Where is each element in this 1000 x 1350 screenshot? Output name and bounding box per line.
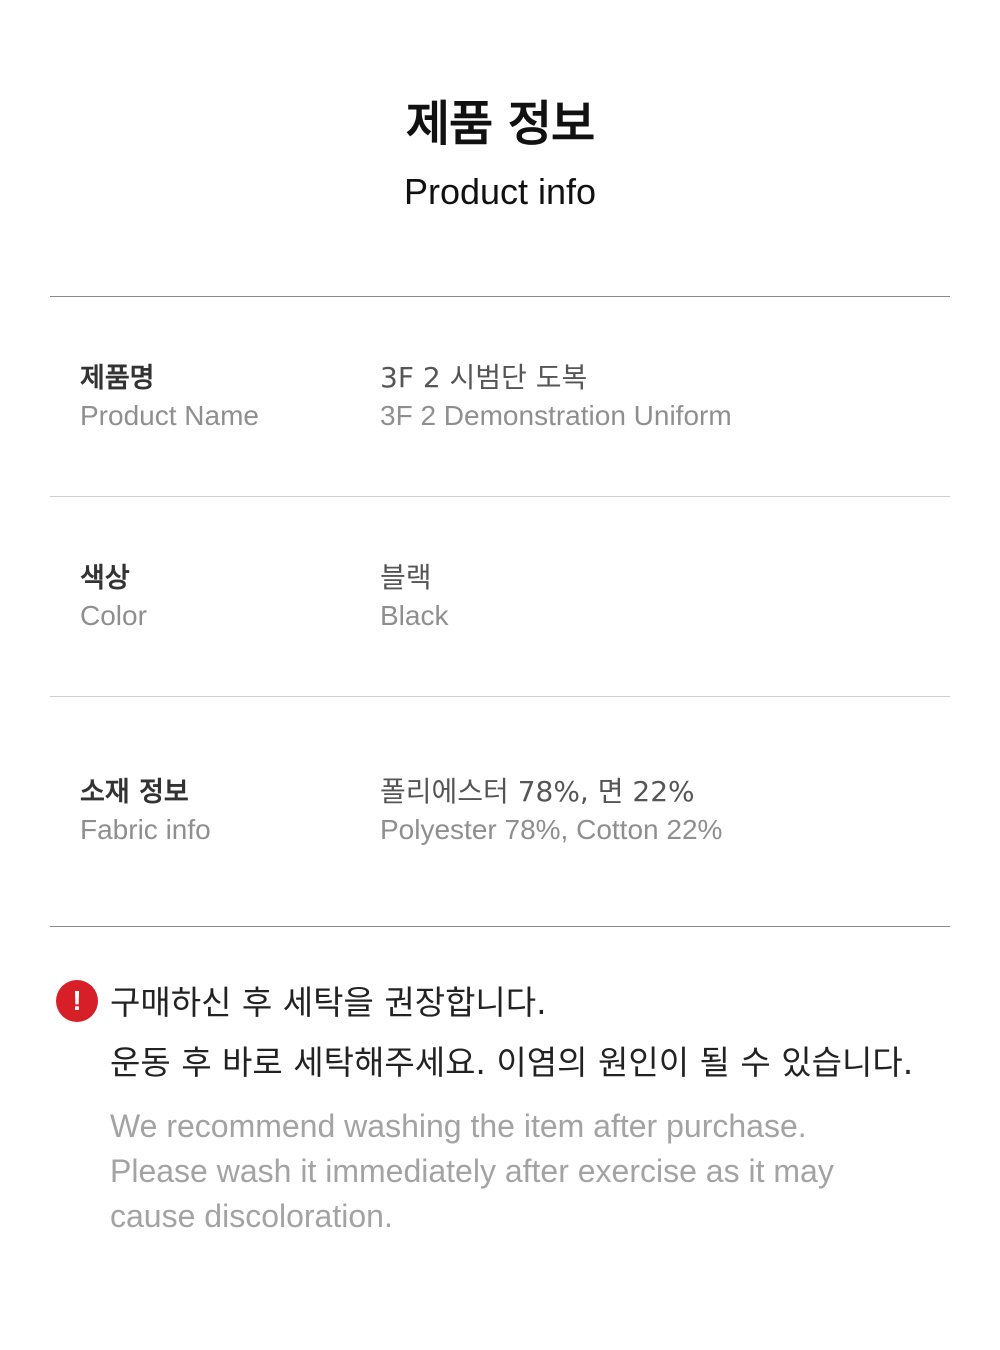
row-value-en: Polyester 78%, Cotton 22%	[380, 814, 723, 845]
row-value-ko: 3F 2 시범단 도복	[380, 361, 588, 394]
top-divider	[50, 296, 950, 297]
notice-text-en-2: Please wash it immediately after exercis…	[110, 1153, 834, 1189]
page-header: 제품 정보 Product info	[0, 92, 1000, 214]
notice-text-ko-2: 운동 후 바로 세탁해주세요. 이염의 원인이 될 수 있습니다.	[110, 1043, 914, 1082]
notice-text-en-3: cause discoloration.	[110, 1198, 393, 1234]
page-title: 제품 정보	[405, 96, 595, 152]
exclamation-icon: !	[56, 980, 98, 1022]
row-label-ko: 소재 정보	[80, 777, 189, 808]
row-label-en: Fabric info	[80, 814, 211, 845]
row-label-en: Color	[80, 600, 147, 631]
page-subtitle: Product info	[403, 171, 597, 212]
row-value-en: 3F 2 Demonstration Uniform	[380, 400, 732, 431]
row-value-ko: 블랙	[380, 561, 432, 594]
notice-text-ko-1: 구매하신 후 세탁을 권장합니다.	[110, 983, 547, 1022]
row-label-ko: 색상	[80, 563, 130, 594]
row-divider	[50, 696, 950, 697]
bottom-divider	[50, 926, 950, 927]
row-label-en: Product Name	[80, 400, 259, 431]
row-divider	[50, 496, 950, 497]
notice-text-en-1: We recommend washing the item after purc…	[110, 1108, 807, 1144]
row-label-ko: 제품명	[80, 363, 155, 394]
row-value-en: Black	[380, 600, 449, 631]
notice-text-en: We recommend washing the item after purc…	[110, 1104, 910, 1239]
row-value-ko: 폴리에스터 78%, 면 22%	[380, 775, 695, 808]
